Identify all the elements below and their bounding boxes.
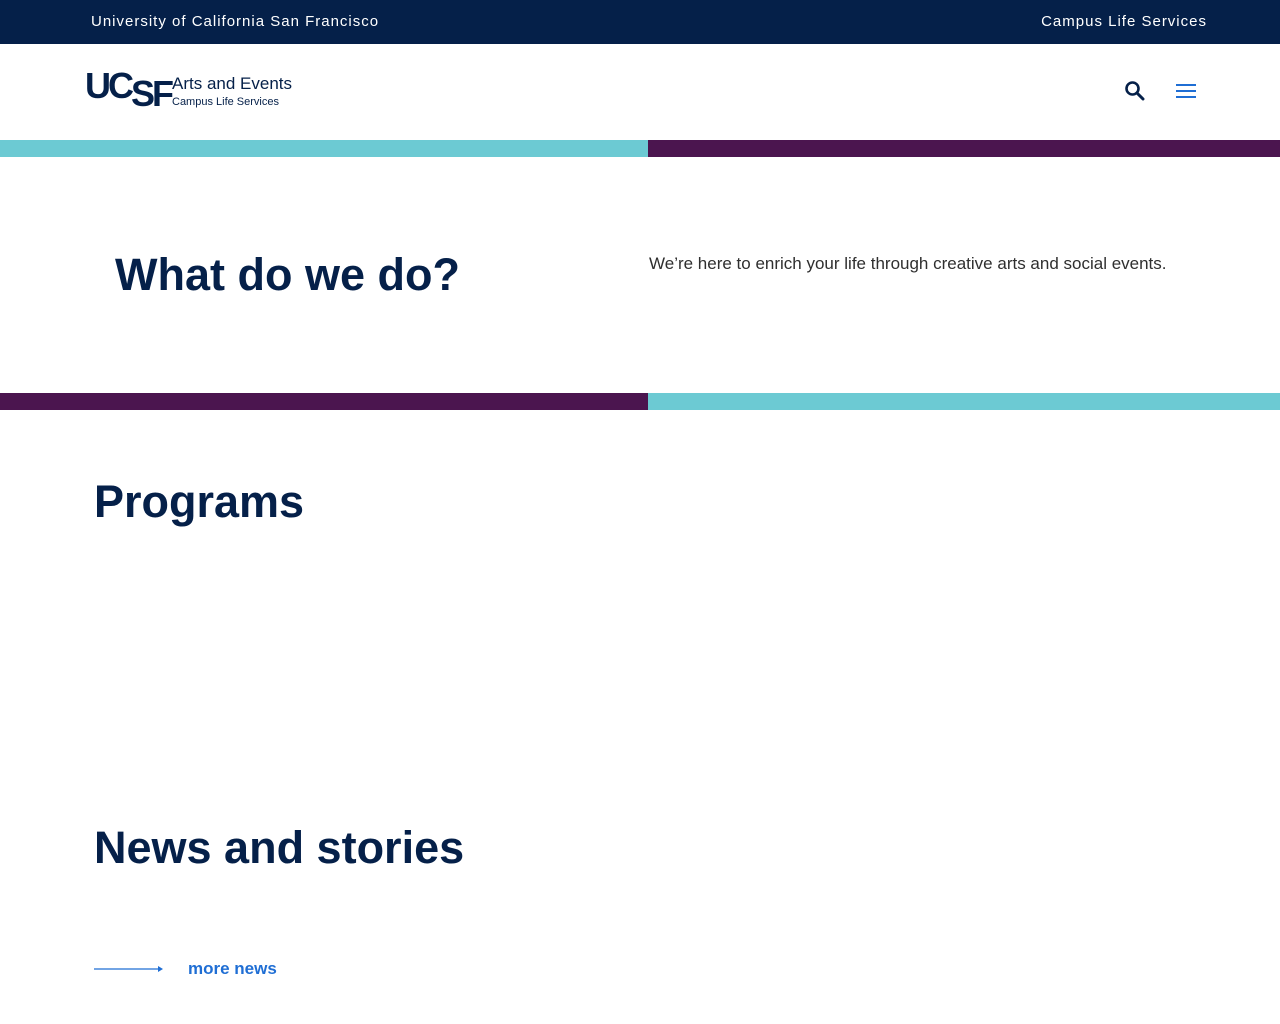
more-news-label: more news xyxy=(188,959,277,978)
stripe-plum-segment xyxy=(0,393,648,410)
campus-life-services-link[interactable]: Campus Life Services xyxy=(1041,13,1207,30)
decorative-stripe-bottom xyxy=(0,393,1280,410)
intro-heading: What do we do? xyxy=(115,249,460,300)
decorative-stripe-top xyxy=(0,140,1280,157)
stripe-teal-segment xyxy=(648,393,1280,410)
programs-heading: Programs xyxy=(94,476,305,527)
logo-mark-uc: UC xyxy=(85,65,134,106)
site-logo[interactable]: UCSF Arts and Events Campus Life Service… xyxy=(85,65,295,114)
search-icon xyxy=(1125,81,1145,101)
search-button[interactable] xyxy=(1122,78,1148,104)
university-link[interactable]: University of California San Francisco xyxy=(91,13,379,30)
stripe-teal-segment xyxy=(0,140,648,157)
arrow-right-icon xyxy=(94,966,163,972)
ucsf-logo-mark: UCSF xyxy=(85,65,174,114)
logo-title: Arts and Events xyxy=(172,74,293,93)
hamburger-menu-icon xyxy=(1176,84,1196,98)
intro-text: We’re here to enrich your life through c… xyxy=(649,254,1167,273)
news-heading: News and stories xyxy=(94,822,465,873)
more-news-link[interactable]: more news xyxy=(94,959,294,979)
logo-mark-sf: SF xyxy=(131,73,174,114)
menu-button[interactable] xyxy=(1173,78,1199,104)
logo-subtitle: Campus Life Services xyxy=(172,96,279,108)
top-utility-bar: University of California San Francisco C… xyxy=(0,0,1280,44)
site-header: UCSF Arts and Events Campus Life Service… xyxy=(0,44,1280,140)
stripe-plum-segment xyxy=(648,140,1280,157)
